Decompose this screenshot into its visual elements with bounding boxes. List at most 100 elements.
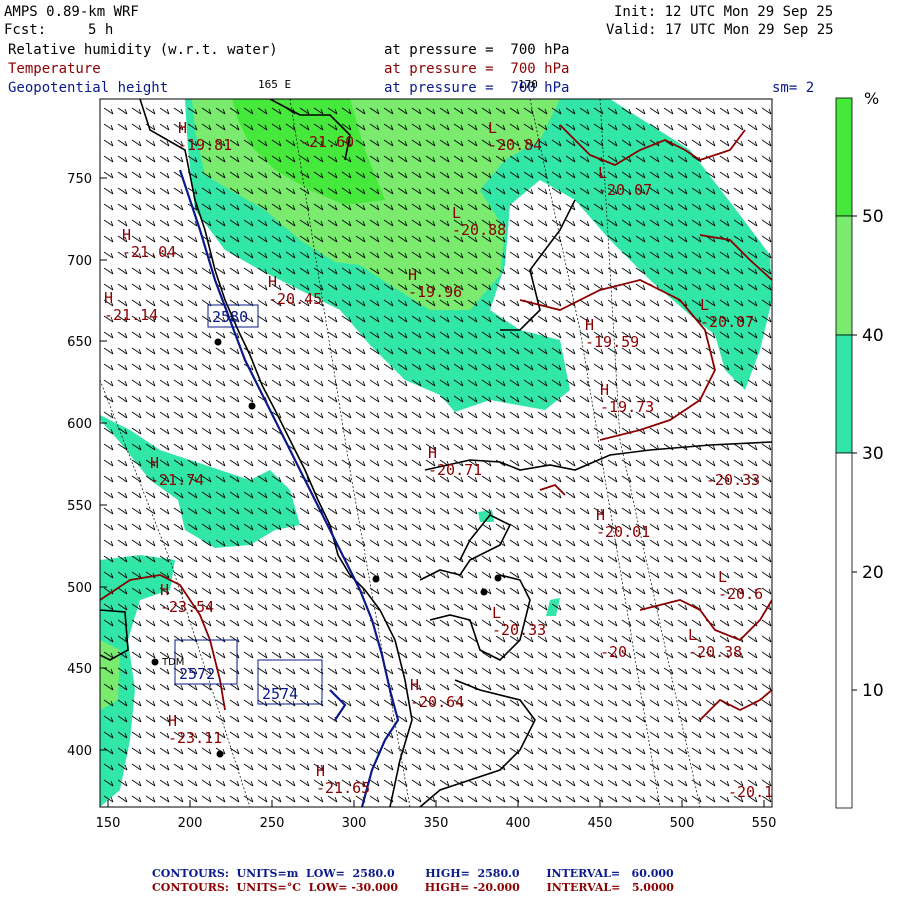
wind-barb bbox=[131, 379, 142, 387]
wind-barb bbox=[761, 715, 772, 723]
wind-barb bbox=[733, 427, 744, 435]
wind-barb bbox=[733, 171, 744, 179]
wind-barb bbox=[355, 475, 366, 483]
wind-barb bbox=[313, 347, 324, 355]
wind-barb bbox=[691, 523, 702, 531]
wind-barb bbox=[299, 635, 310, 643]
wind-barb bbox=[733, 507, 744, 515]
wind-barb bbox=[607, 555, 618, 563]
wind-barb bbox=[551, 795, 562, 803]
wind-barb bbox=[187, 411, 198, 419]
wind-barb bbox=[159, 363, 170, 371]
wind-barb bbox=[159, 507, 170, 515]
wind-barb bbox=[271, 731, 282, 739]
wind-barb bbox=[299, 491, 310, 499]
wind-barb bbox=[579, 651, 590, 659]
wind-barb bbox=[509, 507, 520, 515]
wind-barb bbox=[635, 747, 646, 755]
wind-barb bbox=[649, 715, 660, 723]
temp-extremum-mark: L bbox=[688, 626, 697, 644]
wind-barb bbox=[635, 699, 646, 707]
wind-barb bbox=[621, 747, 632, 755]
wind-barb bbox=[355, 411, 366, 419]
wind-barb bbox=[341, 731, 352, 739]
wind-barb bbox=[369, 443, 380, 451]
wind-barb bbox=[593, 235, 604, 243]
wind-barb bbox=[411, 459, 422, 467]
wind-barb bbox=[705, 715, 716, 723]
wind-barb bbox=[663, 667, 674, 675]
wind-barb bbox=[439, 571, 450, 579]
wind-barb bbox=[621, 619, 632, 627]
wind-barb bbox=[593, 699, 604, 707]
wind-barb bbox=[159, 411, 170, 419]
wind-barb bbox=[607, 779, 618, 787]
wind-barb bbox=[369, 427, 380, 435]
wind-barb bbox=[565, 795, 576, 803]
wind-barb bbox=[145, 107, 156, 115]
wind-barb bbox=[691, 475, 702, 483]
wind-barb bbox=[761, 555, 772, 563]
wind-barb bbox=[313, 427, 324, 435]
wind-barb bbox=[313, 555, 324, 563]
wind-barb bbox=[719, 427, 730, 435]
wind-barb bbox=[719, 619, 730, 627]
wind-barb bbox=[453, 763, 464, 771]
wind-barb bbox=[565, 251, 576, 259]
wind-barb bbox=[761, 459, 772, 467]
wind-barb bbox=[285, 555, 296, 563]
wind-barb bbox=[719, 459, 730, 467]
wind-barb bbox=[747, 219, 758, 227]
wind-barb bbox=[733, 491, 744, 499]
wind-barb bbox=[565, 427, 576, 435]
wind-barb bbox=[495, 795, 506, 803]
wind-barb bbox=[131, 715, 142, 723]
temp-extremum-mark: H bbox=[150, 454, 159, 472]
wind-barb bbox=[383, 635, 394, 643]
wind-barb bbox=[677, 715, 688, 723]
wind-barb bbox=[313, 331, 324, 339]
wind-barb bbox=[145, 395, 156, 403]
wind-barb bbox=[187, 555, 198, 563]
wind-barb bbox=[355, 603, 366, 611]
wind-barb bbox=[299, 523, 310, 531]
wind-barb bbox=[215, 795, 226, 803]
wind-barb bbox=[663, 363, 674, 371]
wind-barb bbox=[509, 523, 520, 531]
wind-barb bbox=[691, 683, 702, 691]
wind-barb bbox=[495, 715, 506, 723]
wind-barb bbox=[285, 411, 296, 419]
wind-barb bbox=[271, 587, 282, 595]
wind-barb bbox=[327, 651, 338, 659]
wind-barb bbox=[271, 635, 282, 643]
wind-barb bbox=[747, 411, 758, 419]
wind-barb bbox=[579, 379, 590, 387]
wind-barb bbox=[705, 507, 716, 515]
wind-barb bbox=[677, 683, 688, 691]
wind-barb bbox=[453, 539, 464, 547]
wind-barb bbox=[383, 715, 394, 723]
wind-barb bbox=[677, 619, 688, 627]
wind-barb bbox=[439, 651, 450, 659]
wind-barb bbox=[677, 731, 688, 739]
wind-barb bbox=[341, 459, 352, 467]
x-tick-label: 500 bbox=[670, 816, 695, 831]
wind-barb bbox=[509, 683, 520, 691]
wind-barb bbox=[341, 747, 352, 755]
wind-barb bbox=[677, 763, 688, 771]
wind-barb bbox=[383, 571, 394, 579]
wind-barb bbox=[369, 459, 380, 467]
wind-barb bbox=[243, 651, 254, 659]
wind-barb bbox=[159, 763, 170, 771]
wind-barb bbox=[481, 699, 492, 707]
wind-barb bbox=[579, 507, 590, 515]
wind-barb bbox=[747, 491, 758, 499]
wind-barb bbox=[271, 395, 282, 403]
wind-barb bbox=[677, 475, 688, 483]
wind-barb bbox=[369, 507, 380, 515]
wind-barb bbox=[173, 763, 184, 771]
wind-barb bbox=[159, 379, 170, 387]
wind-barb bbox=[131, 651, 142, 659]
wind-barb bbox=[537, 475, 548, 483]
wind-barb bbox=[649, 299, 660, 307]
